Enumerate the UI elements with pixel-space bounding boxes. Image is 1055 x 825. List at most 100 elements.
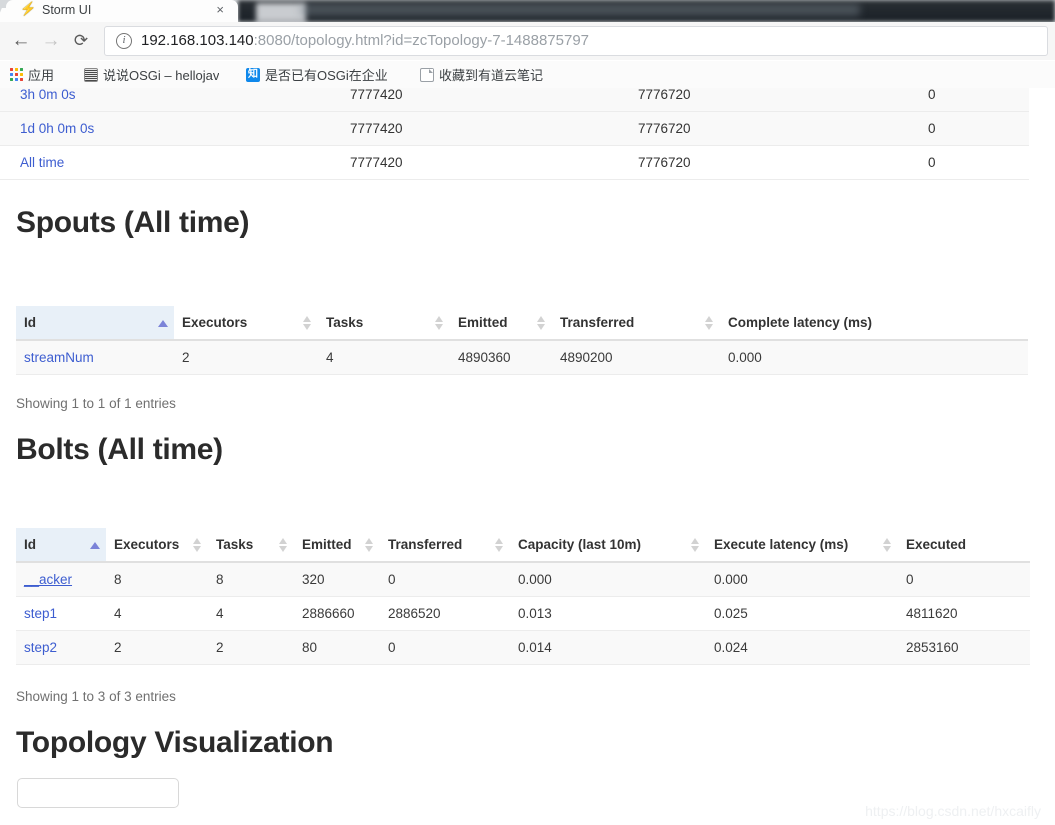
bolt-id[interactable]: step1 xyxy=(16,596,106,631)
stats-failed: 0 xyxy=(908,111,1029,146)
bolts-col-emitted[interactable]: Emitted xyxy=(294,528,380,563)
bookmark-youdao-note[interactable]: 收藏到有道云笔记 xyxy=(420,61,580,88)
bolts-col-emitted-label: Emitted xyxy=(302,537,352,552)
bookmark-apps[interactable]: 应用 xyxy=(10,61,80,88)
table-row[interactable]: All time 7777420 7776720 0 xyxy=(0,145,1029,180)
bolts-col-execute-latency-label: Execute latency (ms) xyxy=(714,537,849,552)
bolts-col-tasks[interactable]: Tasks xyxy=(208,528,294,563)
spouts-col-tasks[interactable]: Tasks xyxy=(318,306,450,341)
bolt-id-link[interactable]: step2 xyxy=(24,640,57,655)
bolts-table-head: Id Executors Tasks Emitted Transferred C… xyxy=(16,528,1030,563)
address-bar-path: :8080/topology.html?id=zcTopology-7-1488… xyxy=(253,32,590,49)
spouts-col-id-label: Id xyxy=(24,315,36,330)
spouts-col-executors-label: Executors xyxy=(182,315,248,330)
bookmark-zhihu-osgi-label: 是否已有OSGi在企业 xyxy=(265,68,388,83)
sort-both-icon xyxy=(303,315,313,331)
stats-emitted: 7777420 xyxy=(330,111,618,146)
bolt-executors: 2 xyxy=(106,630,208,665)
table-row[interactable]: step1 4 4 2886660 2886520 0.013 0.025 48… xyxy=(16,596,1030,631)
table-row[interactable]: __acker 8 8 320 0 0.000 0.000 0 xyxy=(16,562,1030,597)
lightning-bolt-icon: ⚡ xyxy=(20,1,37,16)
close-icon[interactable]: × xyxy=(216,0,224,19)
spouts-showing-entries: Showing 1 to 1 of 1 entries xyxy=(16,396,176,411)
spouts-col-emitted[interactable]: Emitted xyxy=(450,306,552,341)
stats-emitted: 7777420 xyxy=(330,88,618,112)
bookmark-osgi-hellojava[interactable]: 说说OSGi – hellojav xyxy=(84,61,242,88)
browser-tab-storm-ui[interactable]: ⚡ Storm UI × xyxy=(6,0,238,22)
stats-window[interactable]: 3h 0m 0s xyxy=(0,88,330,112)
table-row[interactable]: 3h 0m 0s 7777420 7776720 0 xyxy=(0,88,1029,112)
stats-window[interactable]: 1d 0h 0m 0s xyxy=(0,111,330,146)
bolt-id-link[interactable]: step1 xyxy=(24,606,57,621)
bolt-transferred: 0 xyxy=(380,562,510,597)
bolts-heading: Bolts (All time) xyxy=(16,433,223,466)
spouts-table-body: streamNum 2 4 4890360 4890200 0.000 xyxy=(16,340,1028,375)
bolts-col-transferred-label: Transferred xyxy=(388,537,463,552)
document-icon xyxy=(420,67,434,82)
visualization-select[interactable] xyxy=(17,778,179,808)
bolt-id-link[interactable]: __acker xyxy=(24,572,72,587)
address-bar[interactable]: i 192.168.103.140:8080/topology.html?id=… xyxy=(104,26,1048,56)
bolts-col-capacity-label: Capacity (last 10m) xyxy=(518,537,642,552)
bolt-executed: 4811620 xyxy=(898,596,1030,631)
site-info-icon[interactable]: i xyxy=(116,33,132,49)
bolts-col-executed[interactable]: Executed xyxy=(898,528,1030,563)
sort-ascending-icon xyxy=(158,319,168,327)
bolt-executors: 4 xyxy=(106,596,208,631)
spout-tasks: 4 xyxy=(318,340,450,375)
bolt-execute-latency: 0.024 xyxy=(706,630,898,665)
spouts-col-complete-latency[interactable]: Complete latency (ms) xyxy=(720,306,1028,341)
spout-id[interactable]: streamNum xyxy=(16,340,174,375)
bolts-col-capacity[interactable]: Capacity (last 10m) xyxy=(510,528,706,563)
bolt-id[interactable]: step2 xyxy=(16,630,106,665)
table-row[interactable]: step2 2 2 80 0 0.014 0.024 2853160 xyxy=(16,630,1030,665)
bolt-execute-latency: 0.025 xyxy=(706,596,898,631)
table-row[interactable]: streamNum 2 4 4890360 4890200 0.000 xyxy=(16,340,1028,375)
spouts-col-id[interactable]: Id xyxy=(16,306,174,341)
spouts-heading: Spouts (All time) xyxy=(16,206,250,239)
spouts-col-emitted-label: Emitted xyxy=(458,315,508,330)
stats-window[interactable]: All time xyxy=(0,145,330,180)
bolt-tasks: 2 xyxy=(208,630,294,665)
table-row[interactable]: 1d 0h 0m 0s 7777420 7776720 0 xyxy=(0,111,1029,146)
bolt-executors: 8 xyxy=(106,562,208,597)
bolt-capacity: 0.014 xyxy=(510,630,706,665)
bolt-id[interactable]: __acker xyxy=(16,562,106,597)
spouts-header-row: Id Executors Tasks Emitted Transferred C… xyxy=(16,306,1028,341)
bolts-col-id[interactable]: Id xyxy=(16,528,106,563)
bolts-col-id-label: Id xyxy=(24,537,36,552)
bolts-col-transferred[interactable]: Transferred xyxy=(380,528,510,563)
bookmarks-bar: 应用 说说OSGi – hellojav 知 是否已有OSGi在企业 收藏到有道… xyxy=(0,61,1055,89)
bolts-col-executors-label: Executors xyxy=(114,537,180,552)
bolt-tasks: 8 xyxy=(208,562,294,597)
spout-complete-latency: 0.000 xyxy=(720,340,1028,375)
watermark: https://blog.csdn.net/hxcaifly xyxy=(865,803,1041,819)
topology-stats-table: 3h 0m 0s 7777420 7776720 0 1d 0h 0m 0s 7… xyxy=(0,88,1029,180)
stats-transferred: 7776720 xyxy=(618,88,908,112)
spout-id-link[interactable]: streamNum xyxy=(24,350,94,365)
sort-both-icon xyxy=(365,537,375,553)
stats-emitted: 7777420 xyxy=(330,145,618,180)
bolt-emitted: 80 xyxy=(294,630,380,665)
bolt-emitted: 2886660 xyxy=(294,596,380,631)
forward-button[interactable]: → xyxy=(38,28,64,54)
bookmark-apps-label: 应用 xyxy=(28,68,55,83)
bolts-table: Id Executors Tasks Emitted Transferred C… xyxy=(16,528,1030,665)
browser-tabstrip: ⚡ Storm UI × xyxy=(0,0,1055,22)
spouts-col-transferred[interactable]: Transferred xyxy=(552,306,720,341)
sort-both-icon xyxy=(537,315,547,331)
bolts-col-execute-latency[interactable]: Execute latency (ms) xyxy=(706,528,898,563)
bolts-col-executors[interactable]: Executors xyxy=(106,528,208,563)
bookmark-zhihu-osgi[interactable]: 知 是否已有OSGi在企业 xyxy=(246,61,416,88)
topology-stats-body: 3h 0m 0s 7777420 7776720 0 1d 0h 0m 0s 7… xyxy=(0,88,1029,180)
bolt-capacity: 0.013 xyxy=(510,596,706,631)
reload-button[interactable]: ⟳ xyxy=(68,28,94,54)
tabstrip-blurred-region-2 xyxy=(300,4,860,16)
spouts-col-executors[interactable]: Executors xyxy=(174,306,318,341)
address-bar-host: 192.168.103.140 xyxy=(141,32,254,49)
back-button[interactable]: ← xyxy=(8,28,34,54)
browser-tab-title: Storm UI xyxy=(42,3,92,17)
stats-transferred: 7776720 xyxy=(618,145,908,180)
bolts-header-row: Id Executors Tasks Emitted Transferred C… xyxy=(16,528,1030,563)
spouts-table-head: Id Executors Tasks Emitted Transferred C… xyxy=(16,306,1028,341)
